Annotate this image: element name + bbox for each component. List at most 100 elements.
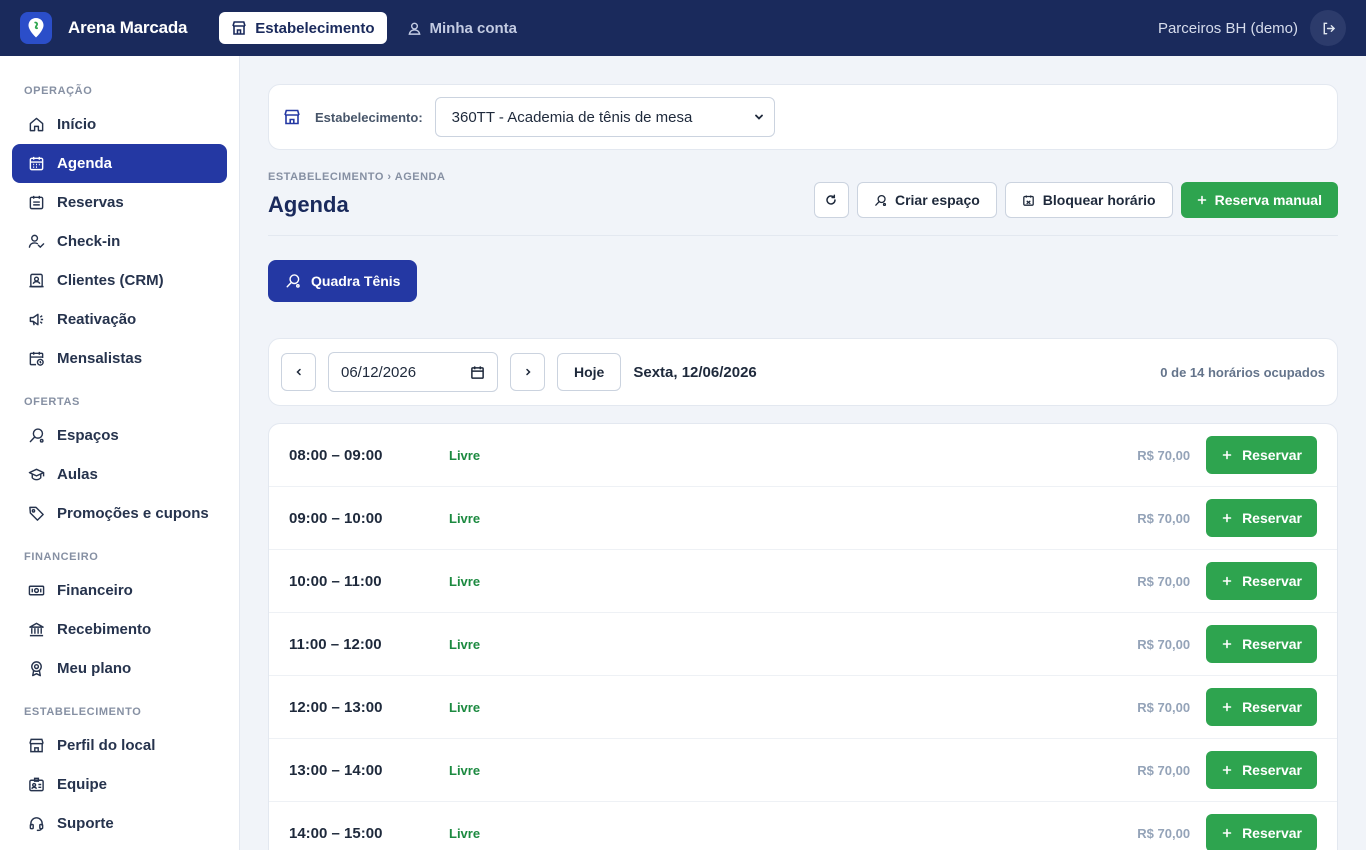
page-header: ESTABELECIMENTO › AGENDA Agenda Criar es… bbox=[268, 150, 1338, 236]
sidebar-item-agenda[interactable]: Agenda bbox=[12, 144, 227, 183]
slot-time: 10:00 – 11:00 bbox=[289, 572, 382, 590]
sidebar-item-mensalistas[interactable]: Mensalistas bbox=[12, 339, 227, 378]
block-time-button[interactable]: Bloquear horário bbox=[1004, 182, 1173, 218]
slot-price: R$ 70,00 bbox=[1137, 573, 1191, 589]
sidebar-item-label: Meu plano bbox=[57, 660, 132, 677]
sidebar-item-recebimento[interactable]: Recebimento bbox=[12, 610, 227, 649]
calendar-list-icon bbox=[29, 195, 44, 210]
block-time-label: Bloquear horário bbox=[1042, 192, 1156, 208]
establishment-select[interactable]: 360TT - Academia de tênis de mesa bbox=[434, 97, 775, 137]
reserve-button-label: Reservar bbox=[1242, 510, 1302, 526]
reserve-button[interactable]: Reservar bbox=[1206, 814, 1317, 850]
slot-price: R$ 70,00 bbox=[1137, 699, 1191, 715]
megaphone-icon bbox=[29, 313, 44, 326]
bank-icon bbox=[29, 622, 44, 637]
sidebar-item-checkin[interactable]: Check-in bbox=[12, 222, 227, 261]
sidebar-item-label: Mensalistas bbox=[57, 350, 143, 367]
sidebar-item-financeiro[interactable]: Financeiro bbox=[12, 571, 227, 610]
calendar-icon bbox=[471, 365, 484, 379]
manual-booking-button[interactable]: Reserva manual bbox=[1180, 182, 1338, 218]
slot-status: Livre bbox=[449, 447, 481, 463]
sidebar-item-promocoes[interactable]: Promoções e cupons bbox=[12, 494, 227, 533]
sidebar-section-ofertas: OFERTAS bbox=[24, 396, 80, 408]
plus-icon bbox=[1222, 828, 1232, 838]
graduation-cap-icon bbox=[28, 468, 45, 481]
slot-time: 14:00 – 15:00 bbox=[289, 824, 383, 842]
sidebar-item-reativacao[interactable]: Reativação bbox=[12, 300, 227, 339]
tab-estabelecimento-label: Estabelecimento bbox=[255, 19, 375, 37]
occupied-slots-count: 0 de 14 horários ocupados bbox=[1160, 364, 1325, 380]
reserve-button[interactable]: Reservar bbox=[1206, 751, 1317, 789]
id-badge-icon bbox=[29, 777, 44, 792]
time-slot-row: 08:00 – 09:00 Livre R$ 70,00 Reservar bbox=[269, 424, 1337, 487]
sidebar-item-perfil[interactable]: Perfil do local bbox=[12, 726, 227, 765]
contacts-icon bbox=[29, 273, 44, 288]
slot-status: Livre bbox=[449, 825, 481, 841]
slot-price: R$ 70,00 bbox=[1137, 825, 1191, 841]
sidebar-item-espacos[interactable]: Espaços bbox=[12, 416, 227, 455]
tab-estabelecimento[interactable]: Estabelecimento bbox=[219, 12, 387, 44]
create-space-button[interactable]: Criar espaço bbox=[856, 182, 997, 218]
sidebar-item-label: Recebimento bbox=[57, 621, 152, 638]
sidebar-item-meu-plano[interactable]: Meu plano bbox=[12, 649, 227, 688]
sidebar-item-inicio[interactable]: Início bbox=[12, 105, 227, 144]
time-slot-row: 14:00 – 15:00 Livre R$ 70,00 Reservar bbox=[269, 802, 1337, 850]
next-day-button[interactable] bbox=[510, 353, 545, 391]
sidebar-item-label: Perfil do local bbox=[57, 737, 156, 754]
sidebar-section-operacao: OPERAÇÃO bbox=[24, 85, 93, 97]
space-chip-quadra-tenis[interactable]: Quadra Tênis bbox=[268, 260, 418, 302]
plus-icon bbox=[1222, 639, 1232, 649]
map-pin-icon bbox=[28, 18, 44, 38]
logout-button[interactable] bbox=[1310, 10, 1346, 46]
award-icon bbox=[31, 661, 42, 677]
plus-icon bbox=[1222, 702, 1232, 712]
today-button[interactable]: Hoje bbox=[557, 353, 622, 391]
time-slot-row: 09:00 – 10:00 Livre R$ 70,00 Reservar bbox=[269, 487, 1337, 550]
sidebar-item-aulas[interactable]: Aulas bbox=[12, 455, 227, 494]
tab-minha-conta-label: Minha conta bbox=[429, 19, 518, 37]
reserve-button-label: Reservar bbox=[1242, 699, 1302, 715]
time-slots-list: 08:00 – 09:00 Livre R$ 70,00 Reservar 09… bbox=[268, 423, 1338, 850]
slot-price: R$ 70,00 bbox=[1137, 510, 1191, 526]
sidebar-item-reservas[interactable]: Reservas bbox=[12, 183, 227, 222]
top-bar: Arena Marcada Estabelecimento Minha cont… bbox=[0, 0, 1366, 56]
time-slot-row: 12:00 – 13:00 Livre R$ 70,00 Reservar bbox=[269, 676, 1337, 739]
sidebar-item-label: Suporte bbox=[57, 815, 114, 832]
chevron-down-icon bbox=[754, 114, 763, 120]
slot-status: Livre bbox=[449, 636, 481, 652]
user-icon bbox=[408, 22, 421, 35]
store-icon bbox=[284, 109, 300, 125]
reserve-button-label: Reservar bbox=[1242, 762, 1302, 778]
reserve-button[interactable]: Reservar bbox=[1206, 436, 1317, 474]
slot-price: R$ 70,00 bbox=[1137, 447, 1191, 463]
reserve-button-label: Reservar bbox=[1242, 825, 1302, 841]
tab-minha-conta[interactable]: Minha conta bbox=[395, 12, 530, 44]
sidebar-item-label: Equipe bbox=[57, 776, 108, 793]
date-picker-input[interactable]: 06/12/2026 bbox=[328, 352, 498, 392]
slot-status: Livre bbox=[449, 699, 481, 715]
sidebar-item-clientes[interactable]: Clientes (CRM) bbox=[12, 261, 227, 300]
time-slot-row: 13:00 – 14:00 Livre R$ 70,00 Reservar bbox=[269, 739, 1337, 802]
reserve-button[interactable]: Reservar bbox=[1206, 625, 1317, 663]
reserve-button[interactable]: Reservar bbox=[1206, 688, 1317, 726]
sidebar-item-suporte[interactable]: Suporte bbox=[12, 804, 227, 843]
chevron-left-icon bbox=[295, 368, 301, 376]
slot-time: 13:00 – 14:00 bbox=[289, 761, 383, 779]
reserve-button-label: Reservar bbox=[1242, 636, 1302, 652]
logo[interactable] bbox=[20, 12, 52, 44]
refresh-button[interactable] bbox=[813, 182, 849, 218]
reserve-button[interactable]: Reservar bbox=[1206, 562, 1317, 600]
slot-time: 08:00 – 09:00 bbox=[289, 446, 383, 464]
calendar-icon bbox=[29, 156, 44, 171]
sidebar-section-financeiro: FINANCEIRO bbox=[24, 551, 99, 563]
manual-booking-label: Reserva manual bbox=[1214, 192, 1322, 208]
racket-icon bbox=[875, 194, 887, 206]
sidebar-item-label: Reservas bbox=[57, 194, 124, 211]
plus-icon bbox=[1222, 450, 1232, 460]
previous-day-button[interactable] bbox=[281, 353, 316, 391]
reserve-button[interactable]: Reservar bbox=[1206, 499, 1317, 537]
sidebar-item-equipe[interactable]: Equipe bbox=[12, 765, 227, 804]
slot-time: 11:00 – 12:00 bbox=[289, 635, 382, 653]
sidebar-item-label: Reativação bbox=[57, 311, 137, 328]
racket-icon bbox=[286, 274, 300, 288]
